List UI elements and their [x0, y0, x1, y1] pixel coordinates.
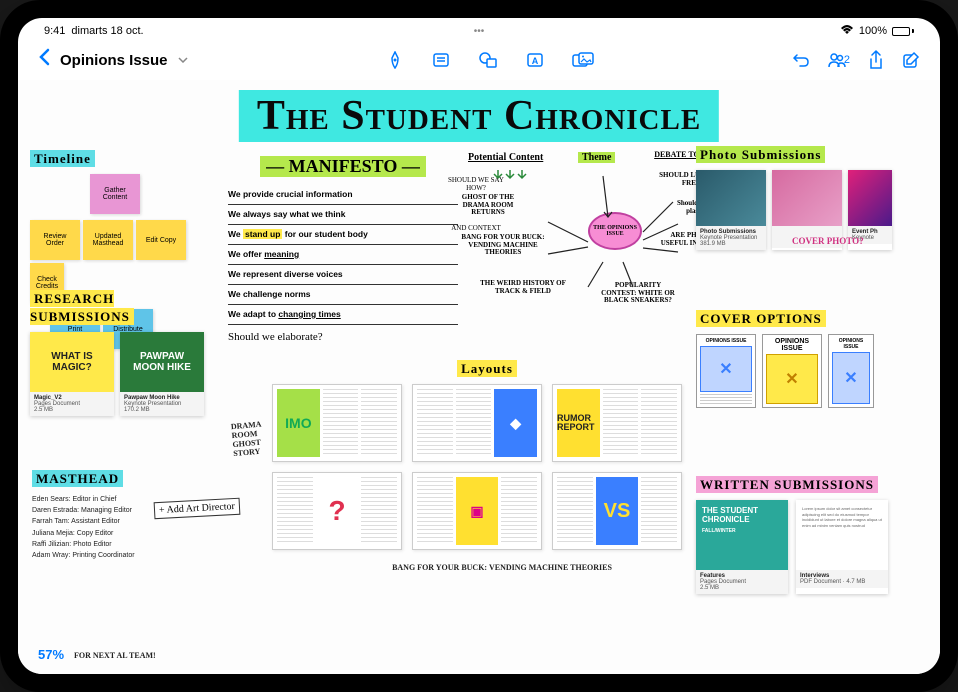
written-label: WRITTEN SUBMISSIONS	[696, 476, 878, 493]
collaborators-icon[interactable]: 2	[828, 52, 850, 68]
layout-mockup[interactable]: VS	[552, 472, 682, 550]
pen-tool-icon[interactable]	[386, 51, 404, 69]
photo-submissions-section[interactable]: Photo Submissions Photo SubmissionsKeyno…	[696, 146, 926, 250]
photo-thumb	[848, 170, 892, 226]
document-meta: Magic_V2 Pages Document 2.5 MB	[30, 392, 114, 416]
layout-note-left: DRAMA ROOM GHOST STORY	[231, 418, 284, 458]
sticky-note-tool-icon[interactable]	[432, 52, 450, 68]
zoom-level[interactable]: 57%	[38, 647, 64, 662]
manifesto-list: We provide crucial information We always…	[228, 185, 458, 325]
layout-mockup[interactable]: ?	[272, 472, 402, 550]
masthead-section[interactable]: MASTHEAD Eden Sears: Editor in Chief Dar…	[32, 470, 232, 561]
sticky-note[interactable]: Updated Masthead	[83, 220, 133, 260]
app-toolbar: Opinions Issue A	[18, 40, 940, 80]
wifi-icon	[840, 25, 854, 38]
masthead-footnote: FOR NEXT AL TEAM!	[74, 651, 156, 660]
mindmap-node: GHOST OF THE DRAMA ROOM RETURNS	[448, 194, 528, 217]
layout-accent: IMO	[277, 389, 320, 457]
manifesto-title: — MANIFESTO —	[260, 156, 426, 177]
mindmap-theme-label: Theme	[578, 152, 615, 163]
document-thumb: WHAT IS MAGIC?	[30, 332, 114, 392]
written-submissions-section[interactable]: WRITTEN SUBMISSIONS THE STUDENT CHRONICL…	[696, 476, 926, 594]
layouts-section[interactable]: Layouts IMO ◆ RUMOR REPORT ?	[272, 360, 702, 550]
mindmap-potential-label: Potential Content	[468, 152, 543, 163]
text-tool-icon[interactable]: A	[526, 52, 544, 68]
share-icon[interactable]	[868, 50, 884, 70]
mindmap-node: BANG FOR YOUR BUCK: VENDING MACHINE THEO…	[458, 234, 548, 257]
document-thumb: Lorem ipsum dolor sit amet consectetur a…	[796, 500, 888, 570]
undo-icon[interactable]	[792, 52, 810, 68]
compose-icon[interactable]	[902, 51, 920, 69]
layout-accent: VS	[596, 477, 639, 545]
research-section[interactable]: RESEARCH SUBMISSIONS WHAT IS MAGIC? Magi…	[30, 290, 210, 416]
svg-text:A: A	[531, 56, 538, 66]
status-bar: 9:41 dimarts 18 oct. ••• 100%	[18, 18, 940, 40]
covers-label: COVER OPTIONS	[696, 310, 826, 327]
layouts-label: Layouts	[457, 360, 517, 377]
cover-mockup[interactable]: OPINIONS ISSUE	[828, 334, 874, 408]
cover-mockup[interactable]: OPINIONS ISSUE	[762, 334, 822, 408]
layout-accent: ?	[316, 477, 359, 545]
mindmap-center[interactable]: THE OPINIONS ISSUE	[588, 212, 642, 250]
document-thumb: PAWPAW MOON HIKE	[120, 332, 204, 392]
document-card[interactable]: THE STUDENT CHRONICLE FALL/WINTER Featur…	[696, 500, 788, 594]
media-tool-icon[interactable]	[572, 52, 594, 68]
battery-pct: 100%	[859, 25, 887, 37]
back-button[interactable]	[38, 48, 52, 72]
layout-mockup[interactable]: IMO	[272, 384, 402, 462]
masthead-label: MASTHEAD	[32, 470, 123, 487]
photos-label: Photo Submissions	[696, 146, 825, 163]
status-time: 9:41	[44, 25, 65, 37]
sticky-note[interactable]: Gather Content	[90, 174, 140, 214]
cover-mockup[interactable]: OPINIONS ISSUE	[696, 334, 756, 408]
layout-mockup[interactable]: RUMOR REPORT	[552, 384, 682, 462]
chevron-down-icon[interactable]	[178, 55, 188, 66]
battery-icon	[892, 27, 914, 36]
layout-note-bottom: BANG FOR YOUR BUCK: VENDING MACHINE THEO…	[392, 563, 612, 572]
sticky-note[interactable]: Review Order	[30, 220, 80, 260]
collab-count: 2	[844, 54, 850, 66]
layout-mockup[interactable]: ◆	[412, 384, 542, 462]
multitask-dots[interactable]: •••	[474, 26, 485, 37]
manifesto-section[interactable]: — MANIFESTO — We provide crucial informa…	[228, 156, 458, 343]
photo-thumb	[696, 170, 766, 226]
shapes-tool-icon[interactable]	[478, 51, 498, 69]
layout-accent: RUMOR REPORT	[557, 389, 600, 457]
photo-thumb	[772, 170, 842, 226]
freeform-canvas[interactable]: The Student Chronicle Timeline Gather Co…	[18, 80, 940, 674]
layout-mockup[interactable]: ▣	[412, 472, 542, 550]
photo-card[interactable]: Photo SubmissionsKeynote Presentation381…	[696, 170, 766, 250]
research-label: RESEARCH SUBMISSIONS	[30, 290, 134, 325]
document-card[interactable]: Lorem ipsum dolor sit amet consectetur a…	[796, 500, 888, 594]
document-card[interactable]: PAWPAW MOON HIKE Pawpaw Moon Hike Keynot…	[120, 332, 204, 416]
manifesto-question: Should we elaborate?	[228, 331, 458, 343]
cover-options-section[interactable]: COVER OPTIONS OPINIONS ISSUE OPINIONS IS…	[696, 310, 926, 408]
mindmap-node: POPULARITY CONTEST: WHITE OR BLACK SNEAK…	[598, 282, 678, 305]
board-main-title[interactable]: The Student Chronicle	[239, 90, 719, 142]
timeline-label: Timeline	[30, 150, 95, 167]
mindmap-node: THE WEIRD HISTORY OF TRACK & FIELD	[478, 280, 568, 295]
status-date: dimarts 18 oct.	[71, 25, 143, 37]
document-thumb: THE STUDENT CHRONICLE FALL/WINTER	[696, 500, 788, 570]
document-card[interactable]: WHAT IS MAGIC? Magic_V2 Pages Document 2…	[30, 332, 114, 416]
document-meta: Pawpaw Moon Hike Keynote Presentation 17…	[120, 392, 204, 416]
photo-annotation: COVER PHOTO?	[792, 236, 864, 246]
sticky-note[interactable]: Edit Copy	[136, 220, 186, 260]
board-title[interactable]: Opinions Issue	[60, 52, 168, 69]
